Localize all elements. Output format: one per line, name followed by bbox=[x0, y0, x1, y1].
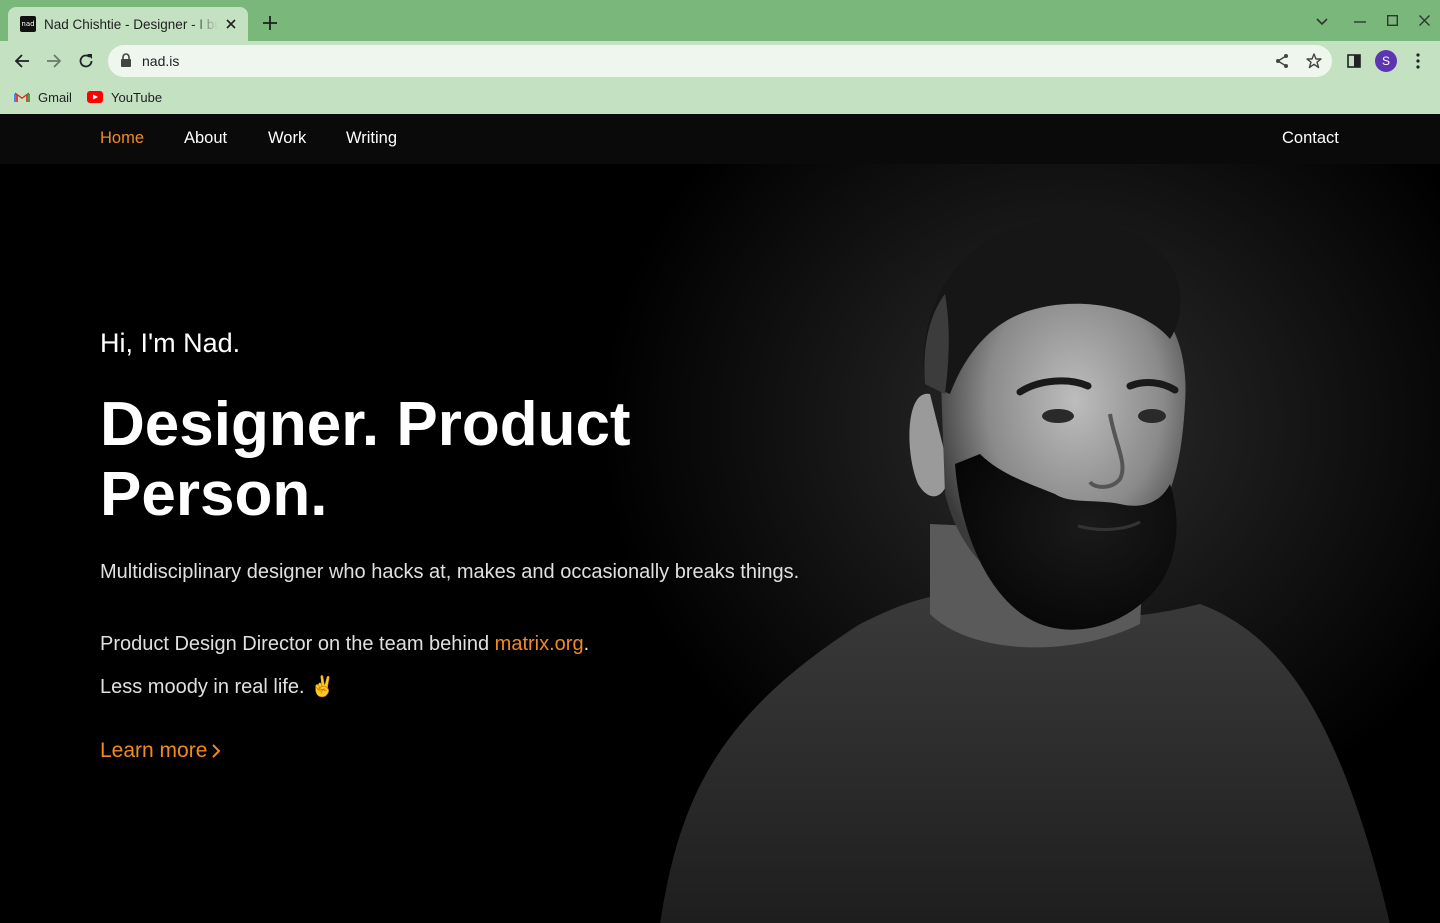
minimize-icon[interactable] bbox=[1348, 10, 1372, 34]
hero-mood-text: Less moody in real life. ✌️ bbox=[100, 676, 335, 698]
hero-role-text: Product Design Director on the team behi… bbox=[100, 630, 589, 659]
portrait-image bbox=[600, 154, 1440, 923]
site-favicon: nad bbox=[20, 16, 36, 32]
nav-work-link[interactable]: Work bbox=[268, 129, 306, 148]
address-bar[interactable]: nad.is bbox=[108, 45, 1332, 77]
page-viewport: Home About Work Writing Contact Hi, I'm … bbox=[0, 114, 1440, 923]
close-window-icon[interactable] bbox=[1412, 8, 1436, 32]
new-tab-button[interactable] bbox=[258, 11, 282, 35]
more-menu-icon[interactable] bbox=[1406, 49, 1430, 73]
hero-headline: Designer. Product Person. bbox=[100, 390, 631, 529]
nav-writing-link[interactable]: Writing bbox=[346, 129, 397, 148]
role-text-suffix: . bbox=[583, 633, 590, 655]
nav-contact-link[interactable]: Contact bbox=[1282, 129, 1339, 148]
browser-tab[interactable]: nad Nad Chishtie - Designer - I build th… bbox=[8, 7, 248, 41]
hero-greeting: Hi, I'm Nad. bbox=[100, 328, 241, 358]
url-text: nad.is bbox=[142, 53, 180, 69]
hero-intro-text: Multidisciplinary designer who hacks at,… bbox=[100, 561, 800, 583]
chevron-right-icon bbox=[212, 743, 221, 758]
reload-icon[interactable] bbox=[74, 49, 98, 73]
nav-home-link[interactable]: Home bbox=[100, 129, 144, 148]
browser-chrome: nad Nad Chishtie - Designer - I build th… bbox=[0, 0, 1440, 114]
youtube-icon bbox=[87, 89, 103, 105]
matrix-org-link[interactable]: matrix.org bbox=[495, 633, 584, 655]
tab-strip: nad Nad Chishtie - Designer - I build th… bbox=[0, 0, 1440, 41]
bookmark-star-icon[interactable] bbox=[1306, 53, 1322, 69]
site-navigation: Home About Work Writing Contact bbox=[0, 114, 1440, 164]
lock-icon[interactable] bbox=[120, 53, 132, 72]
back-icon[interactable] bbox=[10, 49, 34, 73]
bookmark-label: YouTube bbox=[111, 89, 163, 105]
gmail-icon bbox=[14, 89, 30, 105]
role-text-prefix: Product Design Director on the team behi… bbox=[100, 633, 495, 655]
learn-more-link[interactable]: Learn more bbox=[100, 736, 221, 765]
tab-search-icon[interactable] bbox=[1310, 10, 1334, 34]
bookmarks-bar: Gmail YouTube bbox=[0, 81, 1440, 113]
bookmark-youtube[interactable]: YouTube bbox=[87, 87, 162, 107]
learn-more-label: Learn more bbox=[100, 739, 208, 762]
share-icon[interactable] bbox=[1274, 53, 1290, 69]
side-panel-icon[interactable] bbox=[1342, 49, 1366, 73]
nav-about-link[interactable]: About bbox=[184, 129, 227, 148]
maximize-icon[interactable] bbox=[1380, 8, 1404, 32]
tab-title: Nad Chishtie - Designer - I build things bbox=[44, 16, 218, 32]
bookmark-label: Gmail bbox=[38, 89, 72, 105]
browser-toolbar: nad.is S bbox=[0, 41, 1440, 81]
close-tab-icon[interactable] bbox=[222, 15, 240, 33]
profile-avatar[interactable]: S bbox=[1375, 50, 1397, 72]
bookmark-gmail[interactable]: Gmail bbox=[14, 87, 72, 107]
forward-icon[interactable] bbox=[42, 49, 66, 73]
